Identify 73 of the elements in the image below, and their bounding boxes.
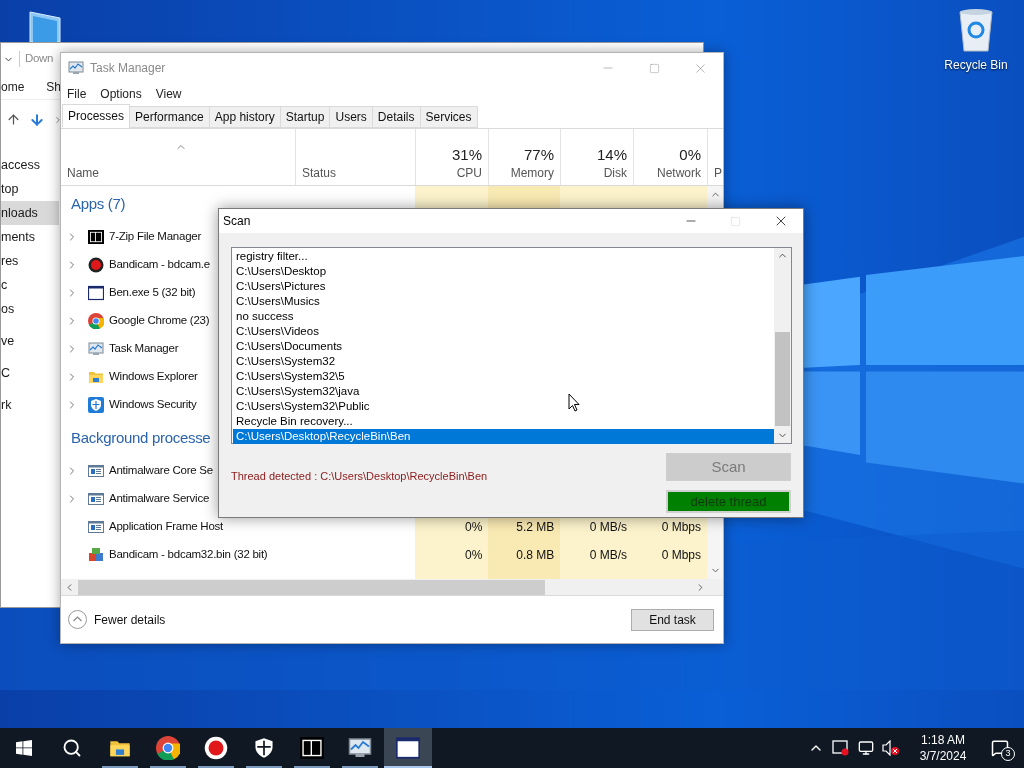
tab[interactable]: Details <box>371 106 421 128</box>
log-entry[interactable]: C:\Users\Desktop\RecycleBin\Ben <box>233 429 774 444</box>
column-header[interactable]: Status <box>302 165 415 181</box>
nav-pane-item[interactable]: access <box>1 153 59 177</box>
process-name: Task Manager <box>109 341 179 357</box>
log-entry[interactable]: registry filter... <box>233 249 774 264</box>
process-name: Bandicam - bdcam32.bin (32 bit) <box>109 547 268 563</box>
nav-pane-item[interactable]: ments <box>1 225 59 249</box>
table-cell: 0 MB/s <box>560 541 634 569</box>
group-header: Apps (7) <box>71 194 126 215</box>
process-name: Ben.exe 5 (32 bit) <box>109 285 196 301</box>
clock-date[interactable]: 3/7/2024 <box>919 748 967 764</box>
menu-item[interactable]: Options <box>100 85 142 103</box>
table-cell: 0.8 MB <box>488 541 561 569</box>
fewer-details-link[interactable]: Fewer details <box>94 610 166 629</box>
nav-pane-item[interactable]: res <box>1 249 59 273</box>
process-name: Google Chrome (23) <box>109 313 210 329</box>
log-entry[interactable]: C:\Users\Pictures <box>233 279 774 294</box>
column-header[interactable]: Memory <box>510 165 554 181</box>
usage-value: 31% <box>451 145 482 165</box>
nav-pane-item[interactable]: rk <box>1 393 59 417</box>
table-cell: 0% <box>415 541 489 569</box>
column-header[interactable]: P <box>714 165 724 181</box>
tab[interactable]: Performance <box>129 106 210 128</box>
log-entry[interactable]: Recycle Bin recovery... <box>233 414 774 429</box>
nav-pane-item[interactable]: nloads <box>1 201 59 225</box>
log-entry[interactable]: C:\Users\Musics <box>233 294 774 309</box>
log-entry[interactable]: C:\Users\System32\Public <box>233 399 774 414</box>
column-header[interactable]: CPU <box>456 165 482 181</box>
nav-pane-item[interactable]: os <box>1 297 59 321</box>
process-name: Windows Explorer <box>109 369 198 385</box>
group-header: Background processe <box>71 427 211 448</box>
log-entry[interactable]: no success <box>233 309 774 324</box>
tab[interactable]: Services <box>419 106 478 128</box>
menu-item[interactable]: View <box>155 85 182 103</box>
nav-pane-item[interactable]: C <box>1 361 59 385</box>
process-name: Antimalware Core Se <box>109 463 213 479</box>
ribbon-tab[interactable]: Sh <box>46 78 62 96</box>
nav-pane-item[interactable]: ve <box>1 329 59 353</box>
log-entry[interactable]: C:\Users\Videos <box>233 324 774 339</box>
log-entry[interactable]: C:\Users\System32 <box>233 354 774 369</box>
menu-item[interactable]: File <box>67 85 87 103</box>
usage-value: 77% <box>523 145 554 165</box>
icon-label[interactable]: Recycle Bin <box>944 56 1008 74</box>
log-entry[interactable]: C:\Users\System32\java <box>233 384 774 399</box>
usage-value: 0% <box>679 145 701 165</box>
tab[interactable]: Startup <box>279 106 331 128</box>
process-name: Antimalware Service <box>109 491 210 507</box>
ribbon-tab[interactable]: ome <box>1 78 25 96</box>
tab[interactable]: App history <box>208 106 281 128</box>
process-name: Bandicam - bdcam.e <box>109 257 210 273</box>
tab[interactable]: Users <box>329 106 373 128</box>
log-entry[interactable]: C:\Users\System32\5 <box>233 369 774 384</box>
usage-value: 14% <box>596 145 627 165</box>
clock-time[interactable]: 1:18 AM <box>921 732 965 748</box>
process-name: Application Frame Host <box>109 519 224 535</box>
nav-pane-item[interactable]: top <box>1 177 59 201</box>
process-name: Windows Security <box>109 397 197 413</box>
table-cell: 0 Mbps <box>633 541 707 569</box>
notification-count: 3 <box>1001 747 1015 761</box>
window-title: Task Manager <box>90 60 166 77</box>
end-task-button[interactable]: End task <box>631 608 714 631</box>
column-header[interactable]: Disk <box>603 165 627 181</box>
column-header[interactable]: Name <box>67 165 295 181</box>
nav-pane-item[interactable]: c <box>1 273 59 297</box>
status-message: Thread detected : C:\Users\Desktop\RecycleBin\Ben <box>231 469 488 484</box>
tab[interactable]: Processes <box>62 104 131 128</box>
log-entry[interactable]: C:\Users\Desktop <box>233 264 774 279</box>
window-title: Scan <box>223 213 251 230</box>
process-name: 7-Zip File Manager <box>109 229 201 245</box>
window-title: Down <box>25 51 54 67</box>
column-header[interactable]: Network <box>657 165 701 181</box>
log-entry[interactable]: C:\Users\Documents <box>233 339 774 354</box>
